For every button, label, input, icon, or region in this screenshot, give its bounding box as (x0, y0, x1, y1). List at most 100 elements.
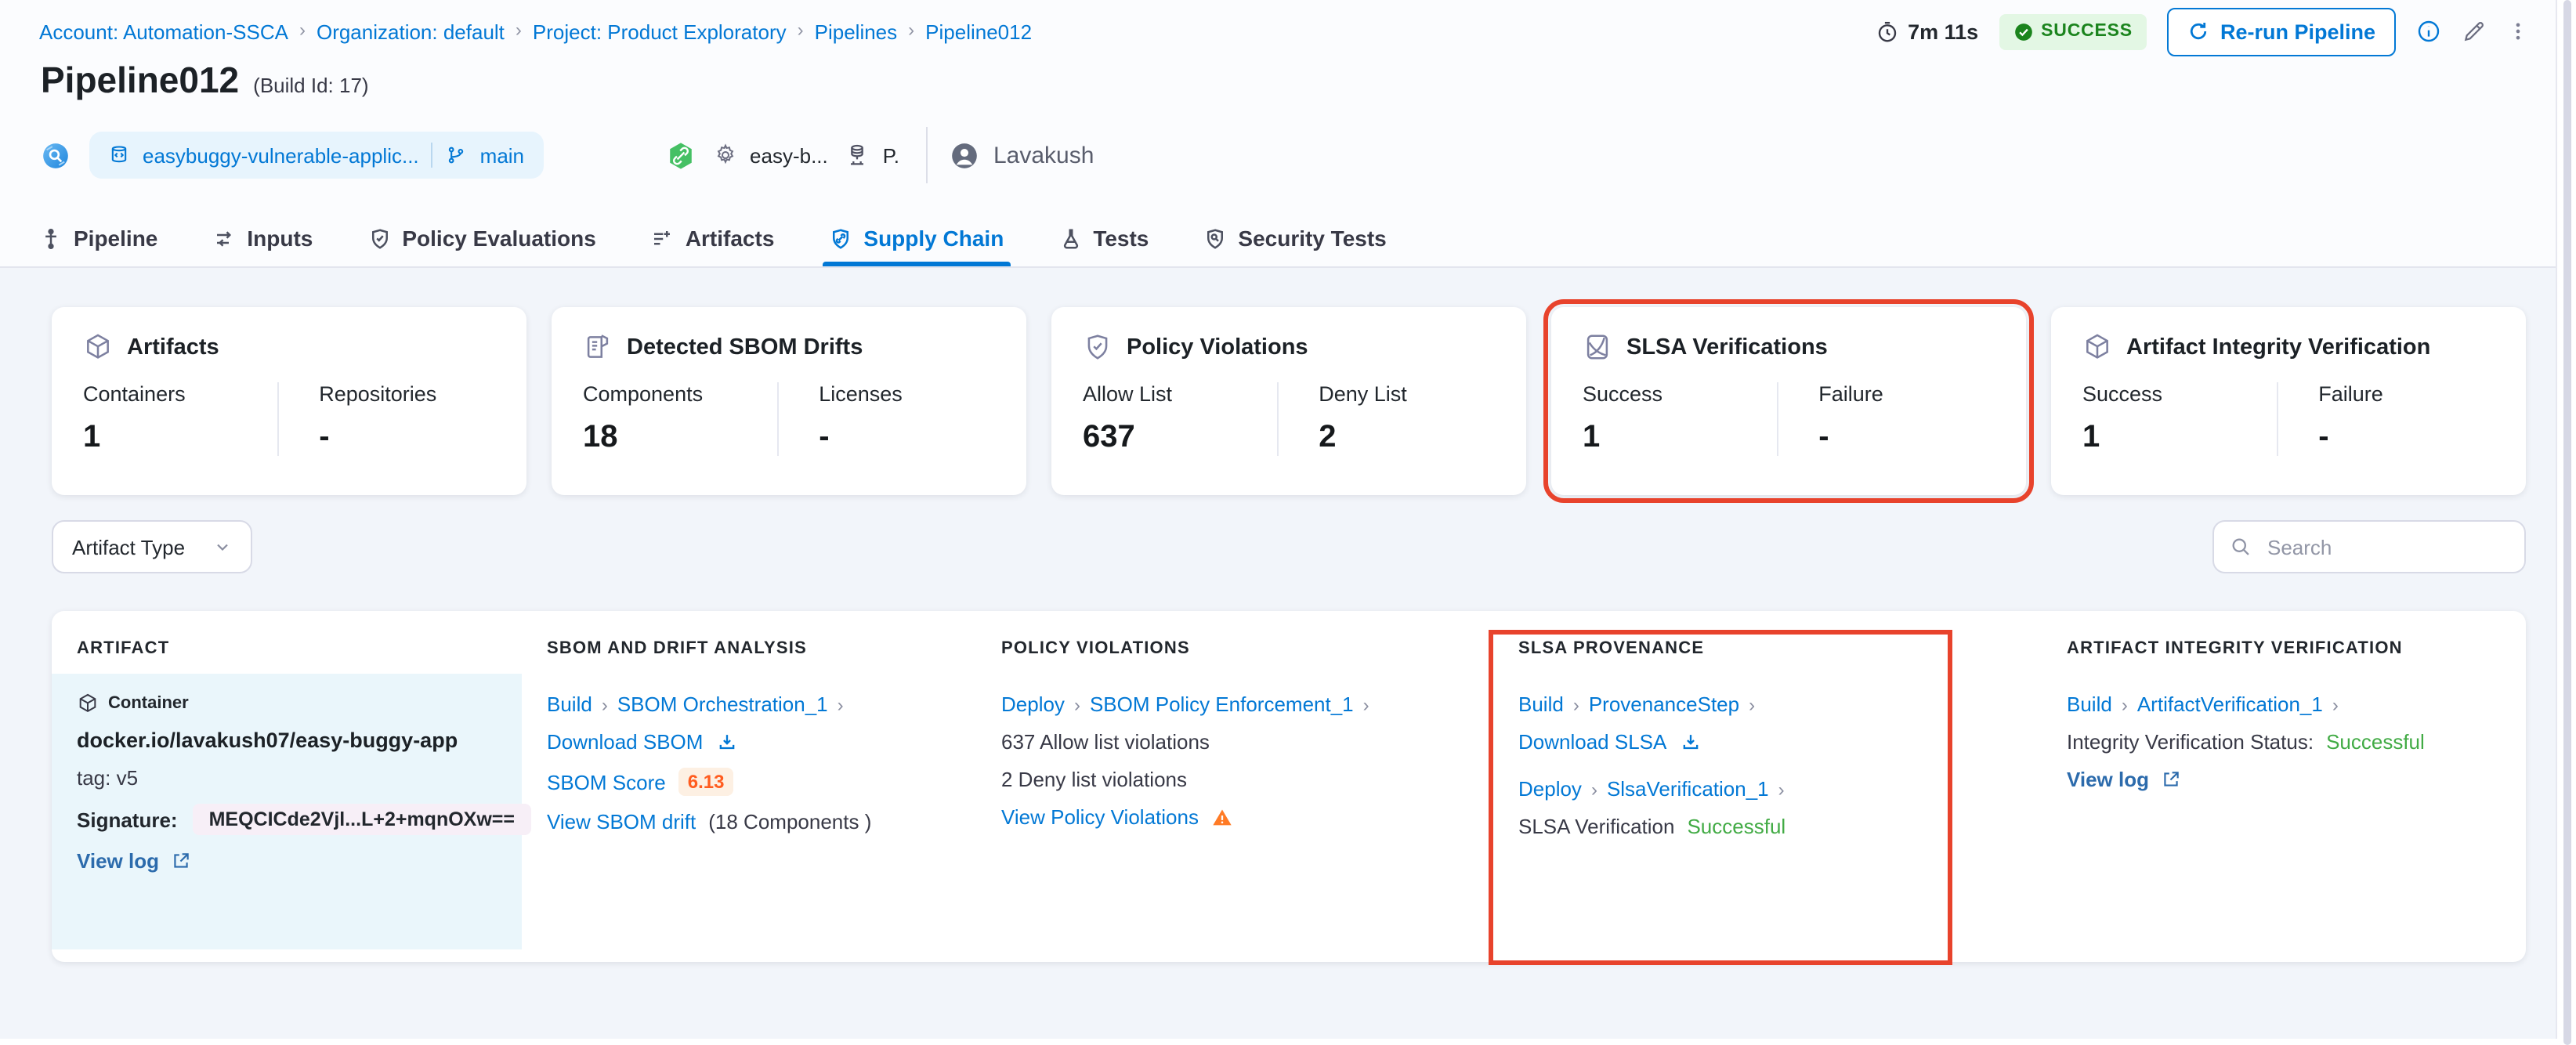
stat-value: - (2318, 420, 2329, 454)
artifact-verification-step-link[interactable]: ArtifactVerification_1 (2137, 692, 2323, 716)
tab-label: Pipeline (74, 226, 158, 251)
integrity-cell: Build › ArtifactVerification_1 › Integri… (2042, 674, 2526, 949)
card-policy-violations: Policy Violations Allow List 637 Deny Lis… (1051, 307, 1526, 495)
status-badge-label: SUCCESS (2041, 22, 2133, 41)
warning-triangle-icon (1211, 806, 1233, 828)
supply-chain-page: Account: Automation-SSCA › Organization: … (0, 0, 2576, 1045)
clock-icon (1875, 20, 1898, 43)
shield-check-icon (1083, 332, 1113, 362)
page-title: Pipeline012 (41, 60, 240, 100)
build-id: (Build Id: 17) (253, 74, 369, 97)
gear-icon (712, 143, 737, 168)
sbom-score-link[interactable]: SBOM Score (547, 770, 666, 794)
edit-pencil-icon[interactable] (2462, 19, 2487, 44)
breadcrumb-project[interactable]: Project: Product Exploratory (533, 20, 787, 43)
slsa-icon (1583, 332, 1612, 362)
breadcrumb-organization[interactable]: Organization: default (317, 20, 505, 43)
stat-value: 637 (1083, 420, 1135, 454)
artifact-view-log-link[interactable]: View log (77, 849, 190, 873)
stat-value: 2 (1319, 420, 1337, 454)
trigger-pipeline-name: easy-b... (750, 143, 828, 167)
policy-step-link[interactable]: SBOM Policy Enforcement_1 (1090, 692, 1354, 716)
integrity-view-log-link[interactable]: View log (2067, 768, 2180, 791)
policy-stage-link[interactable]: Deploy (1001, 692, 1065, 716)
meta-divider (925, 127, 928, 183)
view-sbom-drift-link[interactable]: View SBOM drift (547, 810, 696, 833)
scrollbar-thumb[interactable] (2563, 0, 2571, 1045)
breadcrumb-pipelines[interactable]: Pipelines (815, 20, 898, 43)
tab-tests[interactable]: Tests (1058, 210, 1149, 266)
provenance-step-link[interactable]: ProvenanceStep (1589, 692, 1739, 716)
check-circle-icon (2013, 21, 2033, 42)
card-title: Detected SBOM Drifts (627, 334, 863, 360)
column-header-slsa: SLSA PROVENANCE (1518, 639, 1705, 658)
breadcrumb-separator-icon: › (298, 19, 306, 41)
view-policy-violations-link[interactable]: View Policy Violations (1001, 805, 1199, 829)
shield-check-icon (367, 226, 391, 250)
column-header-integrity: ARTIFACT INTEGRITY VERIFICATION (2067, 639, 2403, 658)
download-slsa-link[interactable]: Download SLSA (1518, 730, 1666, 754)
stat-label: Deny List (1319, 382, 1407, 406)
rerun-pipeline-button[interactable]: Re-run Pipeline (2166, 7, 2396, 56)
cube-icon (83, 332, 113, 362)
column-header-artifact: ARTIFACT (77, 639, 170, 658)
sbom-drift-components: (18 Components ) (708, 810, 872, 833)
repo-branch-pill[interactable]: easybuggy-vulnerable-applic... main (89, 132, 544, 179)
artifact-name: docker.io/lavakush07/easy-buggy-app (77, 729, 458, 752)
pill-divider (431, 143, 433, 168)
sbom-stage-link[interactable]: Build (547, 692, 592, 716)
download-icon[interactable] (715, 731, 737, 753)
tab-pipeline[interactable]: Pipeline (39, 210, 157, 266)
breadcrumb-pipeline012[interactable]: Pipeline012 (925, 20, 1032, 43)
allow-list-violations: 637 Allow list violations (1001, 730, 1210, 754)
sbom-step-link[interactable]: SBOM Orchestration_1 (617, 692, 828, 716)
chevron-right-icon: › (1749, 693, 1756, 715)
infrastructure-icon (845, 143, 870, 168)
breadcrumb-separator-icon: › (797, 19, 804, 41)
user-name: Lavakush (993, 142, 1094, 168)
table-header: ARTIFACT SBOM AND DRIFT ANALYSIS POLICY … (52, 611, 2526, 674)
integrity-stage-link[interactable]: Build (2067, 692, 2112, 716)
download-icon[interactable] (1679, 731, 1701, 753)
slsa-verification-step-link[interactable]: SlsaVerification_1 (1607, 777, 1769, 801)
tab-policy-evaluations[interactable]: Policy Evaluations (367, 210, 596, 266)
slsa-verification-status: Successful (1687, 815, 1786, 838)
chevron-right-icon: › (2332, 693, 2339, 715)
search-input[interactable] (2264, 533, 2546, 560)
stat-value: - (319, 420, 330, 454)
tab-label: Inputs (247, 226, 313, 251)
tab-label: Artifacts (685, 226, 775, 251)
tab-security-tests[interactable]: Security Tests (1203, 210, 1387, 266)
trigger-avatar-icon (41, 140, 71, 170)
artifact-type-dropdown[interactable]: Artifact Type (52, 520, 252, 573)
footer-strip (0, 1039, 2557, 1045)
slsa-build-stage-link[interactable]: Build (1518, 692, 1564, 716)
card-title: Artifact Integrity Verification (2126, 334, 2431, 360)
signature-label: Signature: (77, 808, 178, 831)
chevron-right-icon: › (1572, 693, 1579, 715)
sbom-score-badge: 6.13 (678, 768, 734, 796)
tab-inputs[interactable]: Inputs (212, 210, 313, 266)
branch-name[interactable]: main (480, 143, 524, 167)
breadcrumb-separator-icon: › (908, 19, 915, 41)
chevron-right-icon: › (1073, 693, 1080, 715)
external-link-icon (2160, 769, 2180, 790)
stat-label: Success (2082, 382, 2163, 406)
card-artifacts: Artifacts Containers 1 Repositories - (52, 307, 526, 495)
status-badge: SUCCESS (1999, 13, 2147, 49)
tab-bar: Pipeline Inputs Policy Evaluations Artif… (39, 210, 1387, 266)
pipeline-icon (39, 226, 63, 250)
page-header: Account: Automation-SSCA › Organization: … (0, 0, 2557, 268)
tab-artifacts[interactable]: Artifacts (651, 210, 775, 266)
slsa-deploy-stage-link[interactable]: Deploy (1518, 777, 1582, 801)
breadcrumb-account[interactable]: Account: Automation-SSCA (39, 20, 288, 43)
info-icon[interactable] (2416, 19, 2441, 44)
chevron-right-icon: › (1778, 778, 1785, 800)
download-sbom-link[interactable]: Download SBOM (547, 730, 703, 754)
card-sbom-drifts: Detected SBOM Drifts Components 18 Licens… (552, 307, 1026, 495)
repo-name[interactable]: easybuggy-vulnerable-applic... (143, 143, 419, 167)
stat-label: Success (1583, 382, 1663, 406)
tab-supply-chain[interactable]: Supply Chain (823, 210, 1011, 266)
kebab-menu-icon[interactable] (2507, 19, 2529, 44)
breadcrumb: Account: Automation-SSCA › Organization: … (39, 19, 1032, 43)
